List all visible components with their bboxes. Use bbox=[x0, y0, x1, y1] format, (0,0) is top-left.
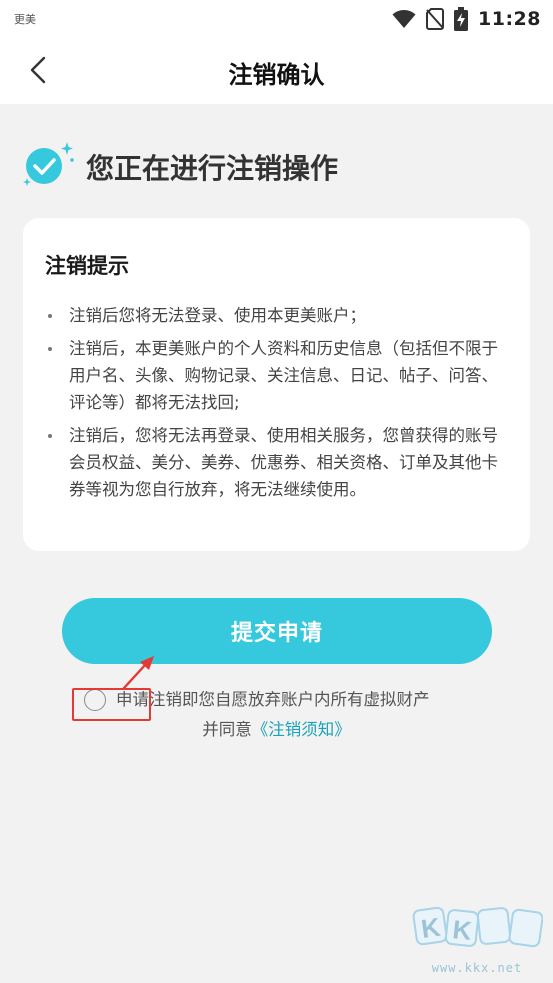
status-app-name: 更美 bbox=[14, 13, 36, 26]
no-sim-icon bbox=[426, 8, 445, 30]
annotation-highlight-box bbox=[72, 688, 151, 721]
list-item: 注销后，本更美账户的个人资料和历史信息（包括但不限于用户名、头像、购物记录、关注… bbox=[45, 335, 505, 416]
status-bar: 更美 11:28 bbox=[0, 0, 553, 38]
agreement-prefix: 并同意 bbox=[202, 720, 252, 739]
page-title: 注销确认 bbox=[228, 61, 325, 89]
nav-bar: 注销确认 bbox=[0, 38, 553, 104]
agreement-text: 申请注销即您自愿放弃账户内所有虚拟财产 bbox=[116, 690, 430, 709]
status-time: 11:28 bbox=[478, 8, 541, 30]
status-icons: 11:28 bbox=[392, 6, 541, 32]
notice-list: 注销后您将无法登录、使用本更美账户； 注销后，本更美账户的个人资料和历史信息（包… bbox=[45, 302, 505, 509]
notice-card: 注销提示 注销后您将无法登录、使用本更美账户； 注销后，本更美账户的个人资料和历… bbox=[23, 218, 530, 551]
watermark-url: www.kkx.net bbox=[431, 961, 523, 975]
notice-title: 注销提示 bbox=[45, 254, 129, 278]
battery-charging-icon bbox=[454, 7, 469, 31]
wifi-icon bbox=[392, 9, 416, 29]
heading-text: 您正在进行注销操作 bbox=[86, 152, 339, 185]
list-item: 注销后，您将无法再登录、使用相关服务，您曾获得的账号会员权益、美分、美券、优惠券… bbox=[45, 422, 505, 503]
agreement-line-2: 并同意《注销须知》 bbox=[0, 718, 553, 742]
annotation-arrow-icon bbox=[118, 652, 160, 692]
check-circle-sparkle-icon bbox=[22, 138, 84, 194]
cancellation-notice-link[interactable]: 《注销须知》 bbox=[252, 720, 351, 739]
status-heading: 您正在进行注销操作 bbox=[22, 138, 502, 194]
watermark: K K www.kkx.net bbox=[411, 903, 544, 975]
svg-text:K: K bbox=[451, 914, 473, 946]
list-item: 注销后您将无法登录、使用本更美账户； bbox=[45, 302, 505, 329]
